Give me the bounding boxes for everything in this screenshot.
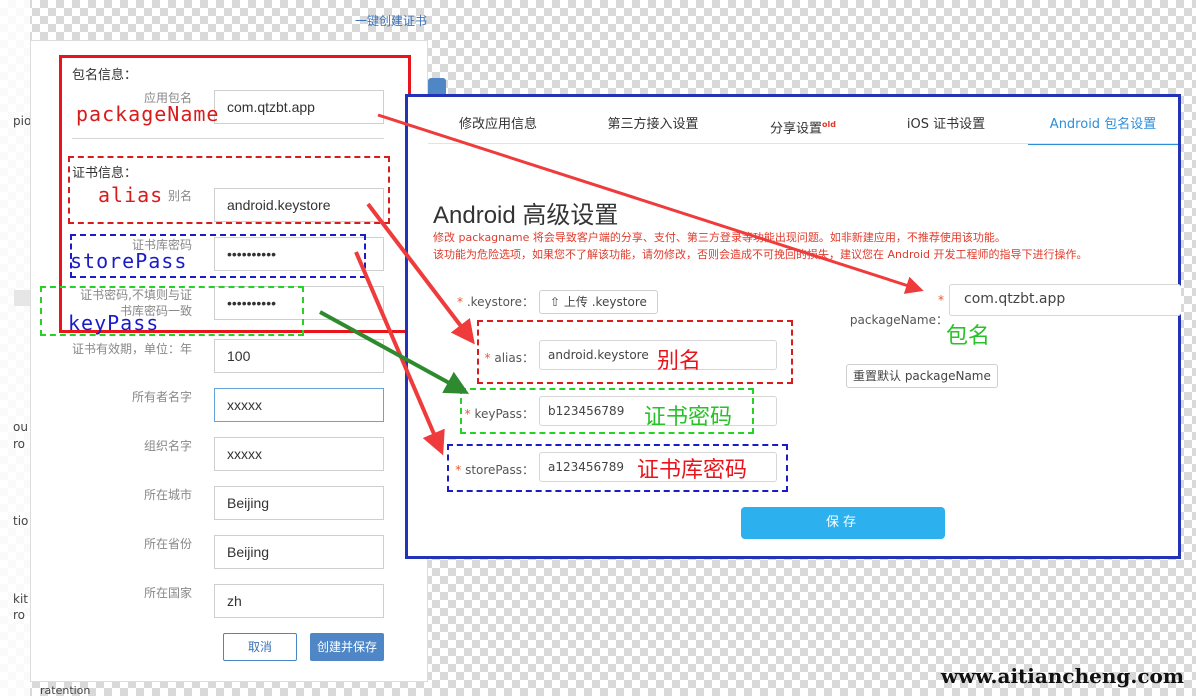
- reset-package-name-button[interactable]: 重置默认 packageName: [846, 364, 998, 388]
- save-button[interactable]: 保存: [741, 507, 945, 539]
- annotation-keypass-cn: 证书密码: [644, 405, 733, 430]
- watermark: www.aitiancheng.com: [940, 664, 1184, 688]
- tab-ios-cert[interactable]: iOS 证书设置: [886, 105, 1006, 145]
- one-click-create-cert-link[interactable]: 一键创建证书: [355, 12, 427, 29]
- city-label: 所在城市: [143, 488, 192, 502]
- owner-input[interactable]: xxxxx: [214, 388, 384, 422]
- tab-third-party[interactable]: 第三方接入设置: [588, 105, 718, 145]
- upload-keystore-button[interactable]: ⇧ 上传 .keystore: [539, 290, 658, 314]
- package-name-label: packageName：: [849, 313, 948, 327]
- background-block: [14, 290, 30, 306]
- owner-label: 所有者名字: [131, 390, 192, 404]
- background-text: ratention: [40, 684, 91, 696]
- package-name-input[interactable]: com.qtzbt.app: [949, 284, 1181, 316]
- annotation-package-cn: 包名: [946, 324, 991, 349]
- old-badge: old: [822, 120, 836, 129]
- warning-text-1: 修改 packagname 将会导致客户端的分享、支付、第三方登录等功能出现问题…: [433, 231, 1006, 244]
- annotation-alias-box: [477, 320, 793, 384]
- upload-icon: ⇧: [550, 295, 561, 309]
- annotation-keypass-text: keyPass: [68, 311, 160, 335]
- required-star: *: [938, 293, 944, 307]
- org-input[interactable]: xxxxx: [214, 437, 384, 471]
- background-text: ou: [13, 420, 28, 434]
- background-text: tio: [13, 514, 29, 528]
- validity-input[interactable]: 100: [214, 339, 384, 373]
- create-and-save-button[interactable]: 创建并保存: [310, 633, 384, 661]
- province-label: 所在省份: [143, 537, 192, 551]
- background-text: ro: [13, 608, 26, 622]
- background-text: pio: [13, 114, 32, 128]
- org-label: 组织名字: [143, 439, 192, 453]
- keystore-label: * .keystore：: [456, 295, 534, 309]
- background-text: ro: [13, 437, 26, 451]
- city-input[interactable]: Beijing: [214, 486, 384, 520]
- tab-android-package[interactable]: Android 包名设置: [1028, 105, 1178, 145]
- annotation-alias-text: alias: [98, 183, 164, 207]
- annotation-storepass-cn: 证书库密码: [637, 458, 748, 483]
- tab-share-settings[interactable]: 分享设置old: [748, 105, 858, 145]
- validity-label: 证书有效期，单位：年: [71, 342, 192, 356]
- province-input[interactable]: Beijing: [214, 535, 384, 569]
- background-text: kit: [13, 592, 28, 606]
- tab-app-info[interactable]: 修改应用信息: [438, 105, 558, 145]
- page-title: Android 高级设置: [433, 202, 619, 229]
- country-label: 所在国家: [143, 586, 192, 600]
- tabs-divider: [428, 143, 1178, 144]
- annotation-packagename-text: packageName: [76, 102, 220, 126]
- warning-text-2: 该功能为危险选项，如果您不了解该功能，请勿修改，否则会造成不可挽回的损失，建议您…: [433, 248, 1088, 261]
- cancel-button[interactable]: 取消: [223, 633, 297, 661]
- annotation-storepass-text: storePass: [70, 249, 188, 273]
- annotation-alias-cn: 别名: [657, 349, 702, 374]
- country-input[interactable]: zh: [214, 584, 384, 618]
